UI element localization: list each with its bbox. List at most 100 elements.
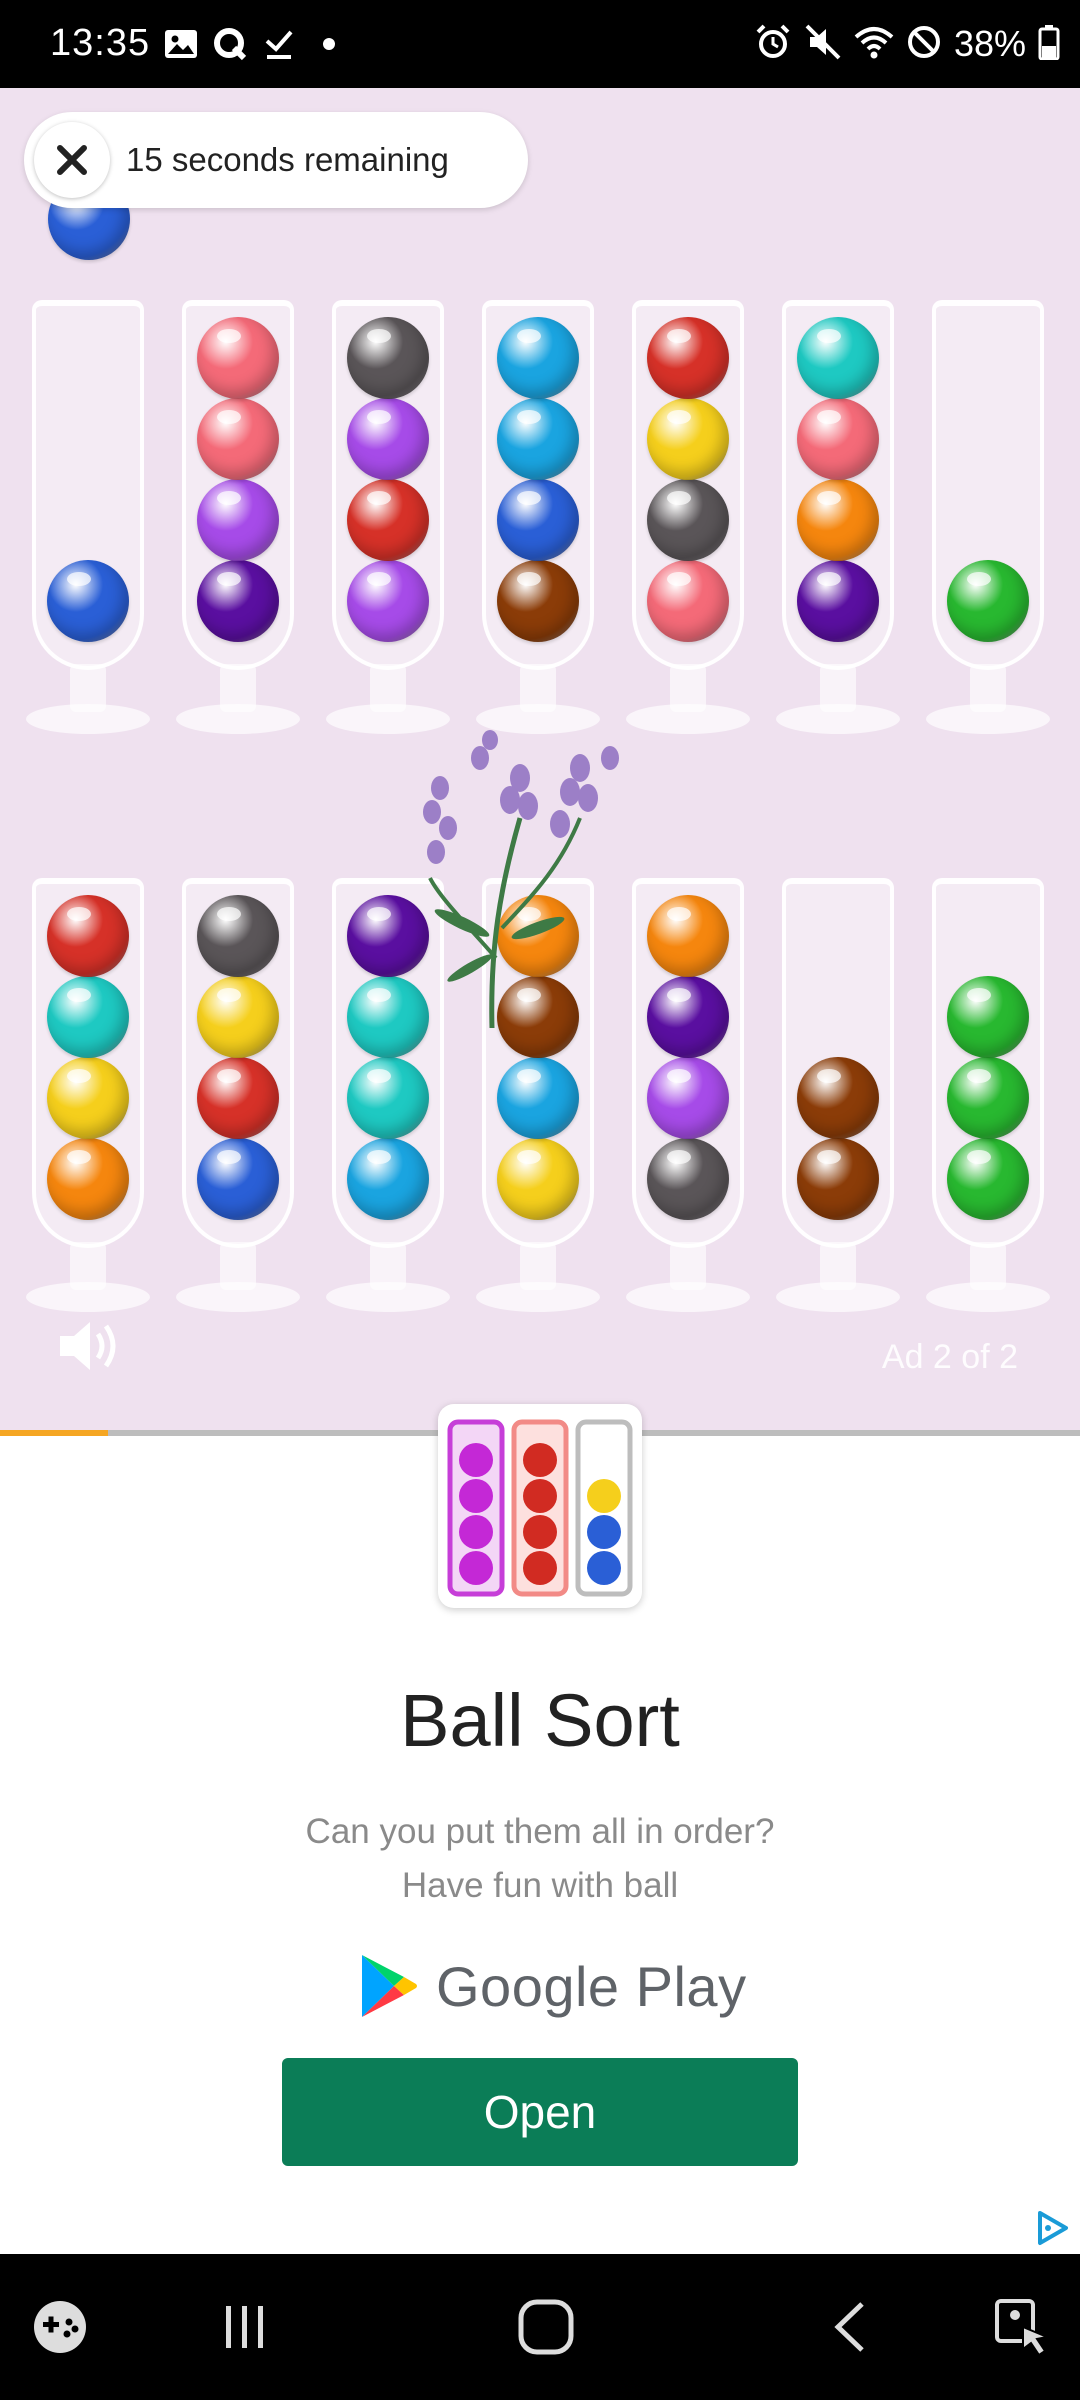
ball xyxy=(47,560,129,642)
ball xyxy=(347,317,429,399)
download-done-icon xyxy=(264,26,294,62)
tube-stand xyxy=(476,664,600,734)
ball xyxy=(347,479,429,561)
ball xyxy=(197,398,279,480)
home-icon xyxy=(518,2299,574,2355)
ball xyxy=(797,398,879,480)
tube-stand xyxy=(476,1242,600,1312)
ball xyxy=(497,479,579,561)
ball xyxy=(947,560,1029,642)
status-bar: 13:35 38% xyxy=(0,0,1080,88)
ball xyxy=(197,1057,279,1139)
ball xyxy=(797,317,879,399)
gallery-icon xyxy=(164,26,198,62)
tube-stand xyxy=(176,1242,300,1312)
ball xyxy=(947,976,1029,1058)
battery-icon xyxy=(1038,24,1060,65)
ball xyxy=(197,479,279,561)
ball xyxy=(797,479,879,561)
ball xyxy=(347,560,429,642)
tube-stand xyxy=(176,664,300,734)
recents-icon xyxy=(226,2306,263,2348)
tube-stand xyxy=(626,664,750,734)
ball xyxy=(347,1057,429,1139)
ball xyxy=(497,317,579,399)
ad-video-area[interactable]: 15 seconds remaining Ad 2 of 2 xyxy=(0,88,1080,1433)
ball xyxy=(647,560,729,642)
game-launcher-icon xyxy=(34,2301,86,2353)
ad-timer-pill: 15 seconds remaining xyxy=(24,112,528,208)
mute-icon xyxy=(804,23,842,66)
adchoices-button[interactable] xyxy=(1034,2210,1070,2251)
q-app-icon xyxy=(212,26,248,62)
ball xyxy=(797,1138,879,1220)
ball xyxy=(797,560,879,642)
close-ad-button[interactable] xyxy=(34,122,110,198)
tube-stand xyxy=(776,664,900,734)
recents-button[interactable] xyxy=(210,2254,280,2400)
ball xyxy=(47,895,129,977)
ball xyxy=(47,976,129,1058)
dot-icon xyxy=(322,26,336,62)
close-icon xyxy=(57,145,87,175)
ball xyxy=(197,317,279,399)
tube-stand xyxy=(326,1242,450,1312)
app-name: Ball Sort xyxy=(400,1679,680,1762)
google-play-badge: Google Play xyxy=(360,1950,747,2022)
back-icon xyxy=(834,2302,864,2352)
ball xyxy=(497,1138,579,1220)
ball xyxy=(647,1138,729,1220)
tube-stand xyxy=(776,1242,900,1312)
ball xyxy=(647,1057,729,1139)
app-icon[interactable] xyxy=(438,1404,642,1608)
ball xyxy=(197,1138,279,1220)
tube-stand xyxy=(26,664,150,734)
ball xyxy=(797,1057,879,1139)
ball xyxy=(647,976,729,1058)
open-button[interactable]: Open xyxy=(282,2058,798,2166)
tube-stand xyxy=(626,1242,750,1312)
accessibility-icon xyxy=(995,2299,1051,2357)
ball xyxy=(647,317,729,399)
ball xyxy=(47,1057,129,1139)
game-launcher-button[interactable] xyxy=(28,2254,92,2400)
accessibility-button[interactable] xyxy=(990,2254,1054,2400)
wifi-icon xyxy=(854,23,894,66)
adchoices-icon xyxy=(1038,2211,1068,2245)
ball-sort-app-icon xyxy=(447,1419,633,1597)
ad-progress-fill xyxy=(0,1430,108,1436)
google-play-label: Google Play xyxy=(436,1954,747,2018)
tube-stand xyxy=(926,664,1050,734)
tube-stand xyxy=(926,1242,1050,1312)
lavender-decoration xyxy=(423,730,619,1029)
ad-counter: Ad 2 of 2 xyxy=(881,1338,1018,1376)
alarm-icon xyxy=(754,23,792,66)
ball xyxy=(47,1138,129,1220)
ball xyxy=(497,398,579,480)
ball xyxy=(497,560,579,642)
speaker-icon xyxy=(60,1322,116,1370)
back-button[interactable] xyxy=(820,2254,880,2400)
volume-button[interactable] xyxy=(56,1316,122,1381)
ball xyxy=(347,398,429,480)
ball xyxy=(647,398,729,480)
app-description-line1: Can you put them all in order? xyxy=(305,1812,775,1851)
google-play-icon xyxy=(362,1955,417,2017)
timer-text: 15 seconds remaining xyxy=(126,141,449,178)
ball xyxy=(647,895,729,977)
home-button[interactable] xyxy=(506,2254,586,2400)
navigation-bar xyxy=(0,2254,1080,2400)
ball xyxy=(647,479,729,561)
ball xyxy=(197,560,279,642)
status-time: 13:35 xyxy=(50,22,151,64)
tube-stand xyxy=(26,1242,150,1312)
tube-stand xyxy=(326,664,450,734)
battery-text: 38% xyxy=(953,23,1026,64)
ball xyxy=(947,1138,1029,1220)
ball xyxy=(197,976,279,1058)
ball xyxy=(947,1057,1029,1139)
do-not-disturb-icon xyxy=(906,24,942,65)
app-description-line2: Have fun with ball xyxy=(401,1866,679,1905)
ball xyxy=(197,895,279,977)
ball xyxy=(347,1138,429,1220)
